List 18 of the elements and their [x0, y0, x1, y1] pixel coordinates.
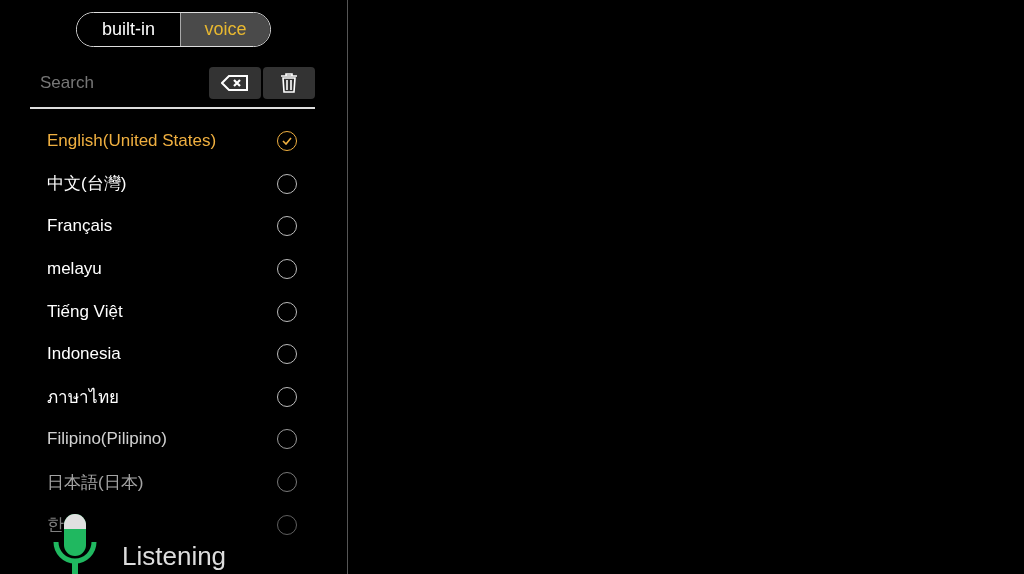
language-name: 中文(台灣): [47, 173, 127, 196]
language-name: melayu: [47, 259, 102, 280]
trash-icon: [280, 73, 298, 93]
backspace-button[interactable]: [209, 67, 261, 99]
backspace-icon: [221, 75, 249, 91]
mode-tab[interactable]: voice: [180, 13, 270, 46]
language-name: Filipino(Pilipino): [47, 429, 167, 450]
language-name: 日本語(日本): [47, 471, 144, 494]
language-name: Indonesia: [47, 344, 121, 365]
language-name: English(United States): [47, 131, 217, 152]
delete-button[interactable]: [263, 67, 315, 99]
language-name: Français: [47, 216, 113, 237]
language-name: 한: [47, 514, 64, 537]
language-name: ภาษาไทย: [47, 386, 119, 410]
language-name: Tiếng Việt: [47, 301, 123, 322]
search-field[interactable]: Search: [38, 72, 207, 94]
check-icon: [282, 137, 292, 146]
listening-status: Listening: [122, 541, 227, 572]
